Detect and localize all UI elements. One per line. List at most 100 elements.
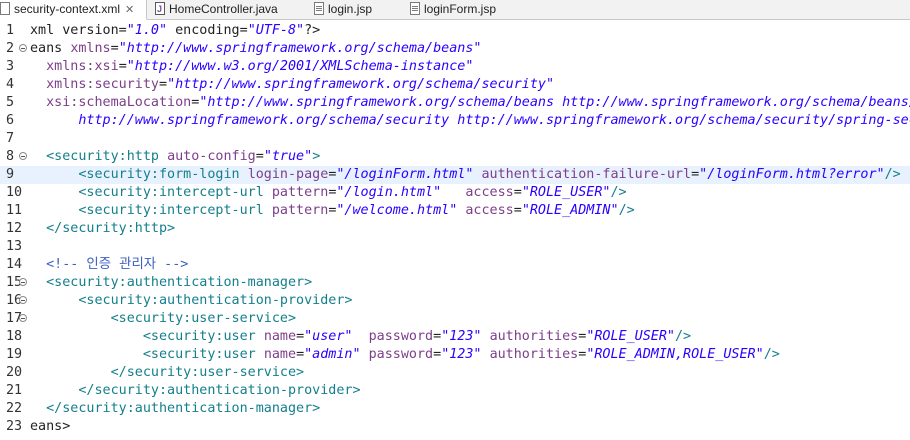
code-text: <security:user name="user" password="123… <box>30 328 691 346</box>
code-line[interactable]: 7 <box>0 130 910 148</box>
tab-homecontroller-java[interactable]: HomeController.java <box>155 0 278 19</box>
code-line[interactable]: 4 xmlns:security="http://www.springframe… <box>0 76 910 94</box>
code-line[interactable]: 6 http://www.springframework.org/schema/… <box>0 112 910 130</box>
line-number: 6 <box>6 113 15 128</box>
code-token: "/loginForm.html" <box>336 167 474 182</box>
line-number: 14 <box>6 257 23 272</box>
code-token: xml version= <box>30 23 127 38</box>
fold-toggle-icon[interactable] <box>19 44 27 52</box>
code-token: password <box>368 347 434 362</box>
code-line[interactable]: 23 eans> <box>0 418 910 436</box>
line-number: 12 <box>6 221 23 236</box>
code-token: </security:user-service> <box>110 365 305 380</box>
code-line[interactable]: 19 <security:user name="admin" password=… <box>0 346 910 364</box>
code-line[interactable]: 21 </security:authentication-provider> <box>0 382 910 400</box>
code-token: /> <box>884 167 901 182</box>
line-number: 7 <box>6 131 15 146</box>
code-line[interactable]: 17 <security:user-service> <box>0 310 910 328</box>
code-token: = <box>691 167 700 182</box>
code-editor[interactable]: 1 xml version="1.0" encoding="UTF-8"?> 2 ea… <box>0 19 910 440</box>
code-token: <!-- 인증 관리자 --> <box>46 257 189 272</box>
code-text: <security:user-service> <box>30 310 296 328</box>
code-token: access <box>465 203 514 218</box>
code-text: </security:authentication-provider> <box>30 382 361 400</box>
code-token: "ROLE_ADMIN,ROLE_USER" <box>586 347 764 362</box>
line-number: 21 <box>6 383 23 398</box>
code-token: xmlns <box>70 41 111 56</box>
code-token: encoding= <box>167 23 248 38</box>
code-token: = <box>513 203 522 218</box>
code-token: <security:intercept-url <box>78 185 264 200</box>
line-number: 5 <box>6 95 15 110</box>
code-text: eans xmlns="http://www.springframework.o… <box>30 40 481 58</box>
tab-label: HomeController.java <box>169 2 278 16</box>
code-token: "UTF-8" <box>247 23 305 38</box>
line-number: 20 <box>6 365 23 380</box>
close-icon[interactable]: ✕ <box>125 4 134 16</box>
code-text: eans> <box>30 418 70 436</box>
code-line[interactable]: 22 </security:authentication-manager> <box>0 400 910 418</box>
fold-toggle-icon[interactable] <box>19 314 27 322</box>
code-token: "/welcome.html" <box>336 203 458 218</box>
code-line[interactable]: 18 <security:user name="user" password="… <box>0 328 910 346</box>
code-token: eans <box>30 41 71 56</box>
code-line[interactable]: 12 </security:http> <box>0 220 910 238</box>
fold-toggle-icon[interactable] <box>19 296 27 304</box>
code-token: = <box>255 149 264 164</box>
code-token: "1.0" <box>126 23 168 38</box>
jsp-file-icon <box>314 2 324 15</box>
code-line[interactable]: 10 <security:intercept-url pattern = "/log… <box>0 184 910 202</box>
code-token: http://www.springframework.org/schema/se… <box>30 113 910 128</box>
code-token: /> <box>618 203 635 218</box>
code-line[interactable]: 8 <security:http auto-config="true"> <box>0 148 910 166</box>
code-token: /> <box>763 347 780 362</box>
code-line[interactable]: 9 <security:form-login login-page="/logi… <box>0 166 910 184</box>
tab-security-context-xml[interactable]: security-context.xml ✕ <box>0 0 147 20</box>
code-token: xmlns:security <box>46 77 159 92</box>
code-line[interactable]: 13 <box>0 238 910 256</box>
code-token: </security:authentication-provider> <box>78 383 361 398</box>
code-line[interactable]: 16 <security:authentication-provider> <box>0 292 910 310</box>
code-text: <!-- 인증 관리자 --> <box>30 256 188 274</box>
code-line[interactable]: 3 xmlns:xsi="http://www.w3.org/2001/XMLS… <box>0 58 910 76</box>
code-text: xmlns:xsi="http://www.w3.org/2001/XMLSch… <box>30 58 473 76</box>
fold-toggle-icon[interactable] <box>19 278 27 286</box>
code-token: <security:user-service> <box>110 311 297 326</box>
line-number: 23 <box>6 419 23 434</box>
fold-toggle-icon[interactable] <box>19 152 27 160</box>
tab-login-jsp[interactable]: login.jsp <box>314 0 372 19</box>
code-line[interactable]: 20 </security:user-service> <box>0 364 910 382</box>
code-text: </security:authentication-manager> <box>30 400 320 418</box>
code-token: = <box>433 347 442 362</box>
code-text: xml version="1.0" encoding="UTF-8"?> <box>30 22 320 40</box>
tab-loginform-jsp[interactable]: loginForm.jsp <box>410 0 496 19</box>
code-line[interactable]: 11 <security:intercept-url pattern = "/wel… <box>0 202 910 220</box>
tab-label: login.jsp <box>328 2 373 16</box>
code-text: xsi:schemaLocation="http://www.springfra… <box>30 94 910 112</box>
code-line[interactable]: 15 <security:authentication-manager> <box>0 274 910 292</box>
code-line[interactable]: 14 <!-- 인증 관리자 --> <box>0 256 910 274</box>
code-line[interactable]: 1 xml version="1.0" encoding="UTF-8"?> <box>0 22 910 40</box>
code-token: <security:intercept-url <box>78 203 264 218</box>
code-token: = <box>118 59 127 74</box>
line-number: 10 <box>6 185 23 200</box>
code-line[interactable]: 2 eans xmlns="http://www.springframework.… <box>0 40 910 58</box>
code-token: pattern <box>271 185 329 200</box>
code-line[interactable]: 5 xsi:schemaLocation="http://www.springf… <box>0 94 910 112</box>
code-text: <security:intercept-url pattern = "/welcom… <box>30 202 635 220</box>
code-token: "http://www.springframework.org/schema/b… <box>199 95 910 110</box>
code-text: </security:user-service> <box>30 364 304 382</box>
